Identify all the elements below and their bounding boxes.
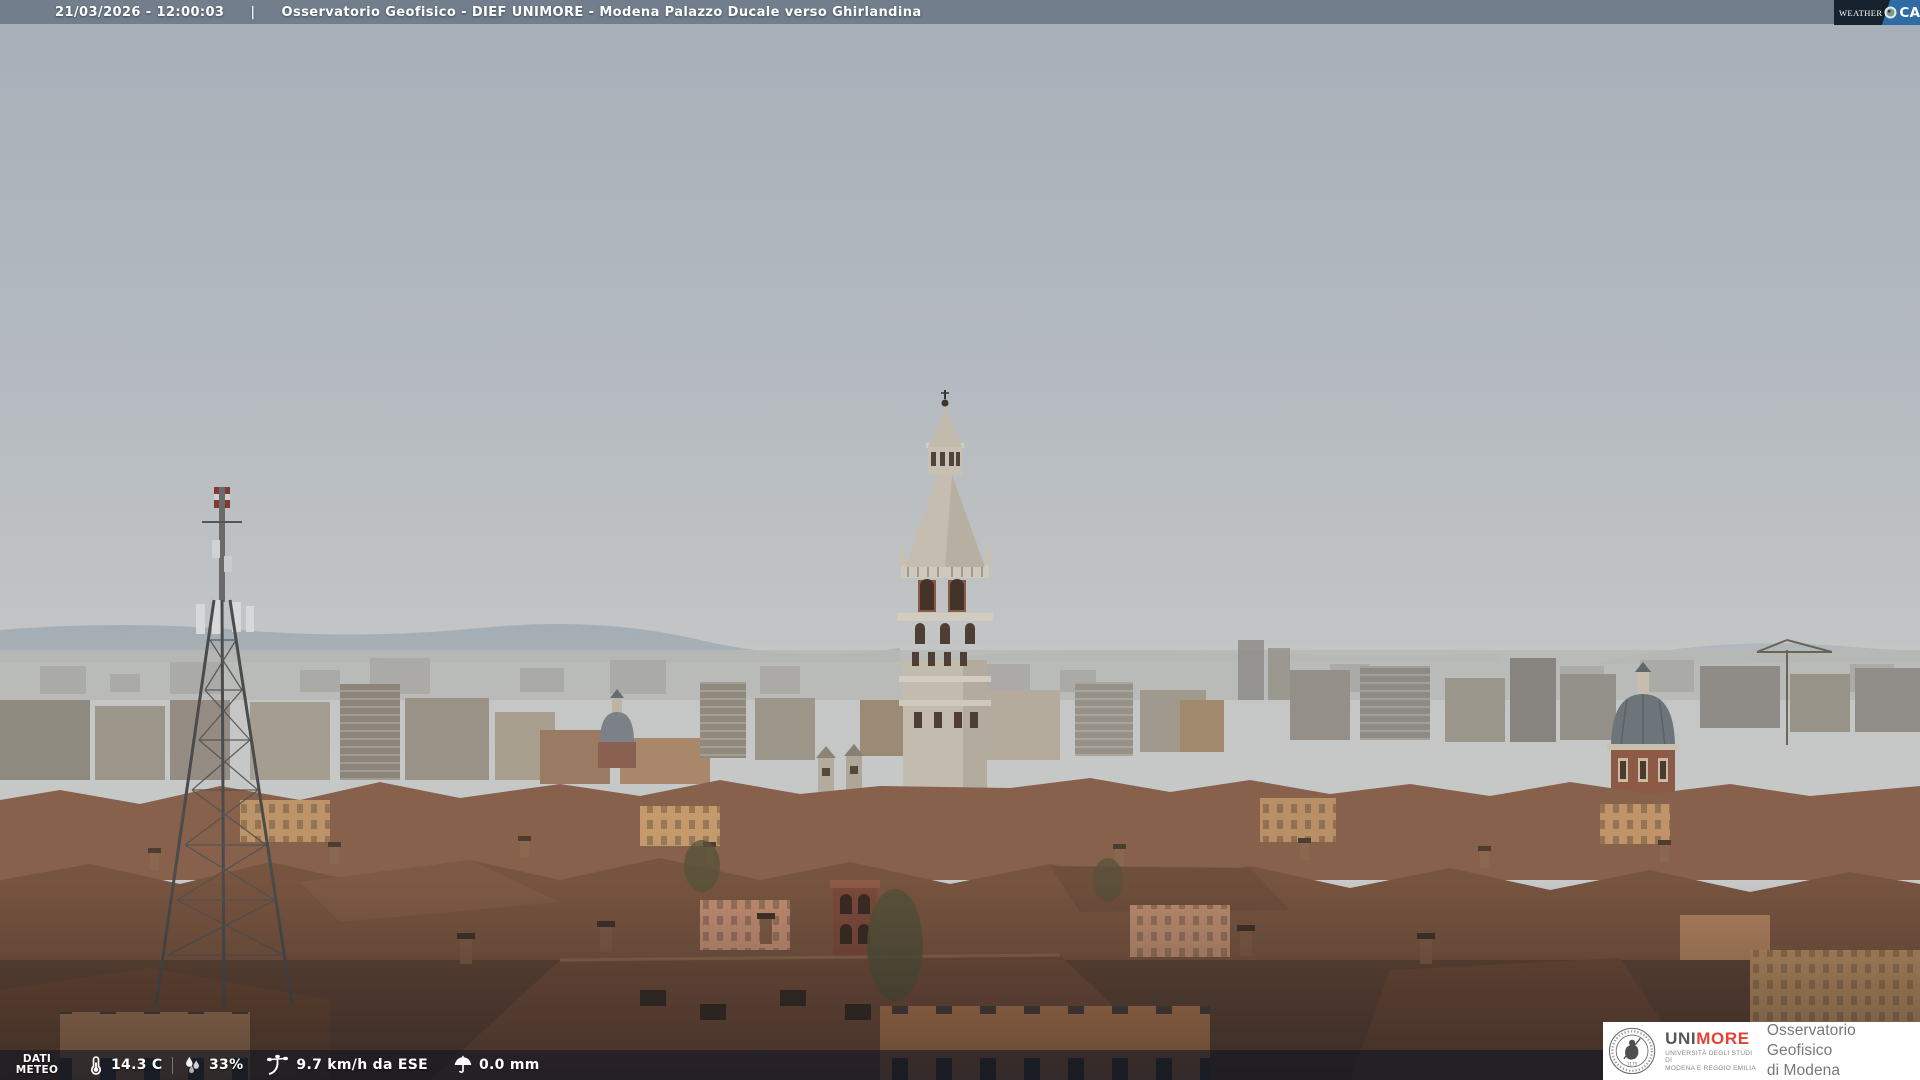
rain-value: 0.0 mm xyxy=(479,1057,540,1073)
weathercam-cam-label: CAM xyxy=(1899,4,1920,21)
webcam-photo xyxy=(0,0,1920,1080)
wind-reading: 9.7 km/h da ESE xyxy=(265,1053,428,1077)
title-bar: 21/03/2026 - 12:00:03 | Osservatorio Geo… xyxy=(0,0,1920,24)
temperature-value: 14.3 C xyxy=(111,1057,163,1073)
thermometer-icon xyxy=(91,1056,101,1075)
temperature-reading: 14.3 C xyxy=(86,1053,163,1077)
page-title: Osservatorio Geofisico - DIEF UNIMORE - … xyxy=(281,4,922,20)
unimore-credit-card[interactable]: 1175 UNIMORE UNIVERSITÀ DEGLI STUDI DI M… xyxy=(1603,1022,1920,1080)
humidity-value: 33% xyxy=(209,1057,244,1073)
weathercam-weather-label: Weather xyxy=(1839,7,1883,18)
weather-separator xyxy=(171,1056,173,1074)
observatory-name: Osservatorio Geofisico di Modena xyxy=(1766,1022,1856,1079)
humidity-drops-icon xyxy=(186,1056,199,1074)
dati-meteo-label: DATI METEO xyxy=(15,1052,59,1076)
unimore-wordmark: UNIMORE xyxy=(1665,1028,1750,1048)
title-separator: | xyxy=(250,4,256,20)
timestamp: 21/03/2026 - 12:00:03 xyxy=(55,4,225,20)
weathercam-logo[interactable]: Weather CAM xyxy=(1834,0,1920,25)
humidity-reading: 33% xyxy=(182,1054,243,1076)
unimore-wordmark-block: UNIMORE UNIVERSITÀ DEGLI STUDI DI MODENA… xyxy=(1665,1028,1758,1073)
unimore-seal-logo: 1175 xyxy=(1608,1027,1656,1075)
seal-year: 1175 xyxy=(1627,1061,1638,1066)
wind-value: 9.7 km/h da ESE xyxy=(296,1057,429,1073)
umbrella-icon xyxy=(454,1055,472,1073)
webcam-frame: 21/03/2026 - 12:00:03 | Osservatorio Geo… xyxy=(0,0,1920,1080)
camera-lens-icon xyxy=(1884,6,1897,19)
university-name: UNIVERSITÀ DEGLI STUDI DI MODENA E REGGI… xyxy=(1665,1049,1756,1072)
anemometer-icon xyxy=(267,1054,289,1075)
rain-reading: 0.0 mm xyxy=(452,1054,540,1076)
